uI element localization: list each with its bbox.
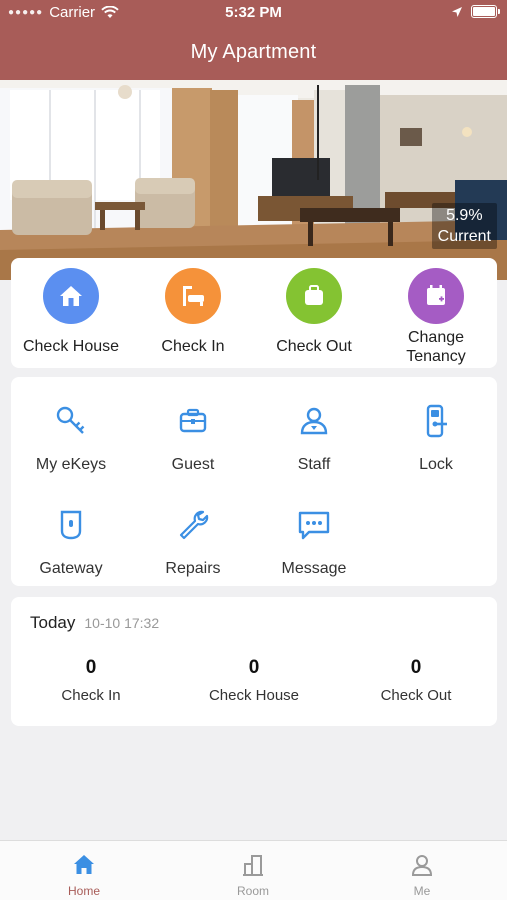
today-datetime: 10-10 17:32 [84,615,160,631]
tab-home-label: Home [67,884,100,898]
today-title: Today [30,613,76,632]
repairs-label: Repairs [165,560,221,577]
quick-actions-card: Check House Check In Check Out Change Te… [11,258,497,368]
tab-home[interactable]: Home [34,851,134,898]
house-icon [43,268,99,324]
stat-check-out-value: 0 [410,657,422,678]
gateway-button[interactable]: Gateway [11,505,131,578]
bed-icon [165,268,221,324]
tab-room-label: Room [236,884,269,898]
check-house-label: Check House [22,338,120,355]
key-icon [11,401,131,441]
briefcase-icon [133,401,253,441]
stat-check-out-label: Check Out [380,687,452,704]
stat-check-house-value: 0 [248,657,260,678]
change-tenancy-label: Change Tenancy [406,329,466,365]
clock: 5:32 PM [225,4,282,21]
battery-icon [471,5,500,18]
guest-label: Guest [171,456,215,473]
staff-label: Staff [297,456,331,473]
change-tenancy-button[interactable]: Change Tenancy [376,268,496,366]
stat-check-house-label: Check House [208,687,300,704]
my-ekeys-label: My eKeys [35,456,107,473]
user-icon [254,401,374,441]
status-bar: ●●●●● Carrier 5:32 PM [0,0,507,26]
person-icon [372,851,472,879]
home-icon [34,851,134,879]
tab-me[interactable]: Me [372,851,472,898]
check-in-button[interactable]: Check In [133,268,253,356]
calendar-icon [408,268,464,324]
my-ekeys-button[interactable]: My eKeys [11,401,131,474]
lock-button[interactable]: Lock [376,401,496,474]
suitcase-icon [286,268,342,324]
staff-button[interactable]: Staff [254,401,374,474]
check-out-button[interactable]: Check Out [254,268,374,356]
tab-me-label: Me [413,884,431,898]
occupancy-rate-badge: 5.9% Current [431,203,497,249]
guest-button[interactable]: Guest [133,401,253,474]
stat-check-in[interactable]: 0 Check In [11,657,171,704]
stat-check-house[interactable]: 0 Check House [174,657,334,704]
location-arrow-icon [452,6,462,17]
tools-card: My eKeys Guest Staff Lock Gateway Repair… [11,377,497,586]
repairs-button[interactable]: Repairs [133,505,253,578]
occupancy-rate-label: Current [437,228,491,245]
occupancy-rate-value: 5.9% [446,207,483,224]
stat-check-in-value: 0 [85,657,97,678]
lock-icon [376,401,496,441]
check-in-label: Check In [161,338,225,355]
wrench-icon [133,505,253,545]
stat-check-in-label: Check In [61,687,121,704]
check-house-button[interactable]: Check House [11,268,131,356]
apartment-banner-image: 5.9% Current [0,80,507,280]
message-button[interactable]: Message [254,505,374,578]
message-label: Message [281,560,347,577]
gateway-label: Gateway [39,560,103,577]
page-title: My Apartment [190,41,317,63]
tab-bar: Home Room Me [0,840,507,900]
building-icon [203,851,303,879]
message-icon [254,505,374,545]
lock-label: Lock [419,456,453,473]
today-summary-card: Today 10-10 17:32 0 Check In 0 Check Hou… [11,597,497,726]
header: ●●●●● Carrier 5:32 PM My Apartment [0,0,507,80]
tab-room[interactable]: Room [203,851,303,898]
stat-check-out[interactable]: 0 Check Out [336,657,496,704]
gateway-icon [11,505,131,545]
check-out-label: Check Out [276,338,352,355]
